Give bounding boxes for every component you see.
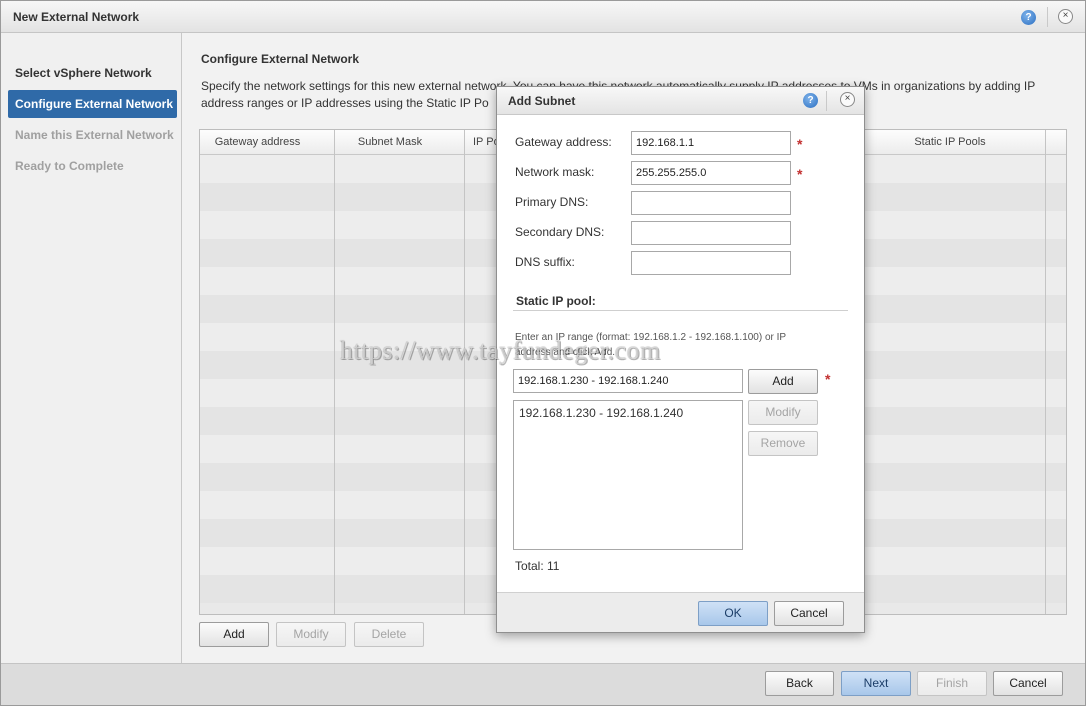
column-gateway-address[interactable]: Gateway address [200, 130, 315, 154]
column-static-ip-pools[interactable]: Static IP Pools [880, 130, 1020, 154]
wizard-steps-sidebar: Select vSphere Network Configure Externa… [1, 33, 182, 663]
window-title: New External Network [13, 10, 140, 24]
dialog-close-icon[interactable]: × [840, 92, 855, 107]
ip-range-list[interactable]: 192.168.1.230 - 192.168.1.240 [513, 400, 743, 550]
modify-subnet-button[interactable]: Modify [276, 622, 346, 647]
dialog-titlebar: Add Subnet ? × [497, 87, 864, 115]
ip-total-count: Total: 11 [515, 559, 560, 573]
finish-button[interactable]: Finish [917, 671, 987, 696]
column-separator [334, 130, 335, 614]
column-subnet-mask[interactable]: Subnet Mask [335, 130, 445, 154]
next-button[interactable]: Next [841, 671, 911, 696]
titlebar-divider [1047, 7, 1048, 27]
secondary-dns-field[interactable] [631, 221, 791, 245]
ok-button[interactable]: OK [698, 601, 768, 626]
step-name-external-network: Name this External Network [15, 128, 174, 142]
primary-dns-label: Primary DNS: [515, 195, 589, 209]
window-titlebar: New External Network ? × [1, 1, 1085, 33]
dialog-footer: OK Cancel [497, 592, 864, 632]
remove-range-button[interactable]: Remove [748, 431, 818, 456]
back-button[interactable]: Back [765, 671, 834, 696]
delete-subnet-button[interactable]: Delete [354, 622, 424, 647]
section-divider [513, 310, 848, 311]
step-configure-external-network[interactable]: Configure External Network [8, 90, 177, 118]
dialog-help-icon[interactable]: ? [803, 93, 818, 108]
static-ip-pool-title: Static IP pool: [516, 294, 596, 308]
gateway-address-field[interactable]: 192.168.1.1 [631, 131, 791, 155]
network-mask-field[interactable]: 255.255.255.0 [631, 161, 791, 185]
column-separator [464, 130, 465, 614]
wizard-footer: Back Next Finish Cancel [1, 663, 1085, 705]
step-select-vsphere-network[interactable]: Select vSphere Network [8, 59, 177, 87]
ip-range-input[interactable]: 192.168.1.230 - 192.168.1.240 [513, 369, 743, 393]
dialog-title: Add Subnet [508, 94, 576, 108]
help-icon[interactable]: ? [1021, 10, 1036, 25]
dialog-titlebar-divider [826, 91, 827, 111]
gateway-address-label: Gateway address: [515, 135, 612, 149]
close-icon[interactable]: × [1058, 9, 1073, 24]
primary-dns-field[interactable] [631, 191, 791, 215]
step-ready-to-complete: Ready to Complete [15, 159, 124, 173]
dialog-cancel-button[interactable]: Cancel [774, 601, 844, 626]
page-title: Configure External Network [201, 52, 360, 66]
list-item[interactable]: 192.168.1.230 - 192.168.1.240 [519, 406, 683, 420]
add-subnet-button[interactable]: Add [199, 622, 269, 647]
required-marker: * [825, 371, 831, 387]
dns-suffix-field[interactable] [631, 251, 791, 275]
add-range-button[interactable]: Add [748, 369, 818, 394]
modify-range-button[interactable]: Modify [748, 400, 818, 425]
column-separator [1045, 130, 1046, 614]
secondary-dns-label: Secondary DNS: [515, 225, 605, 239]
network-mask-label: Network mask: [515, 165, 595, 179]
dns-suffix-label: DNS suffix: [515, 255, 575, 269]
cancel-button[interactable]: Cancel [993, 671, 1063, 696]
watermark-text: https://www.tayfundeger.com [340, 336, 661, 365]
required-marker: * [797, 136, 803, 152]
required-marker: * [797, 166, 803, 182]
